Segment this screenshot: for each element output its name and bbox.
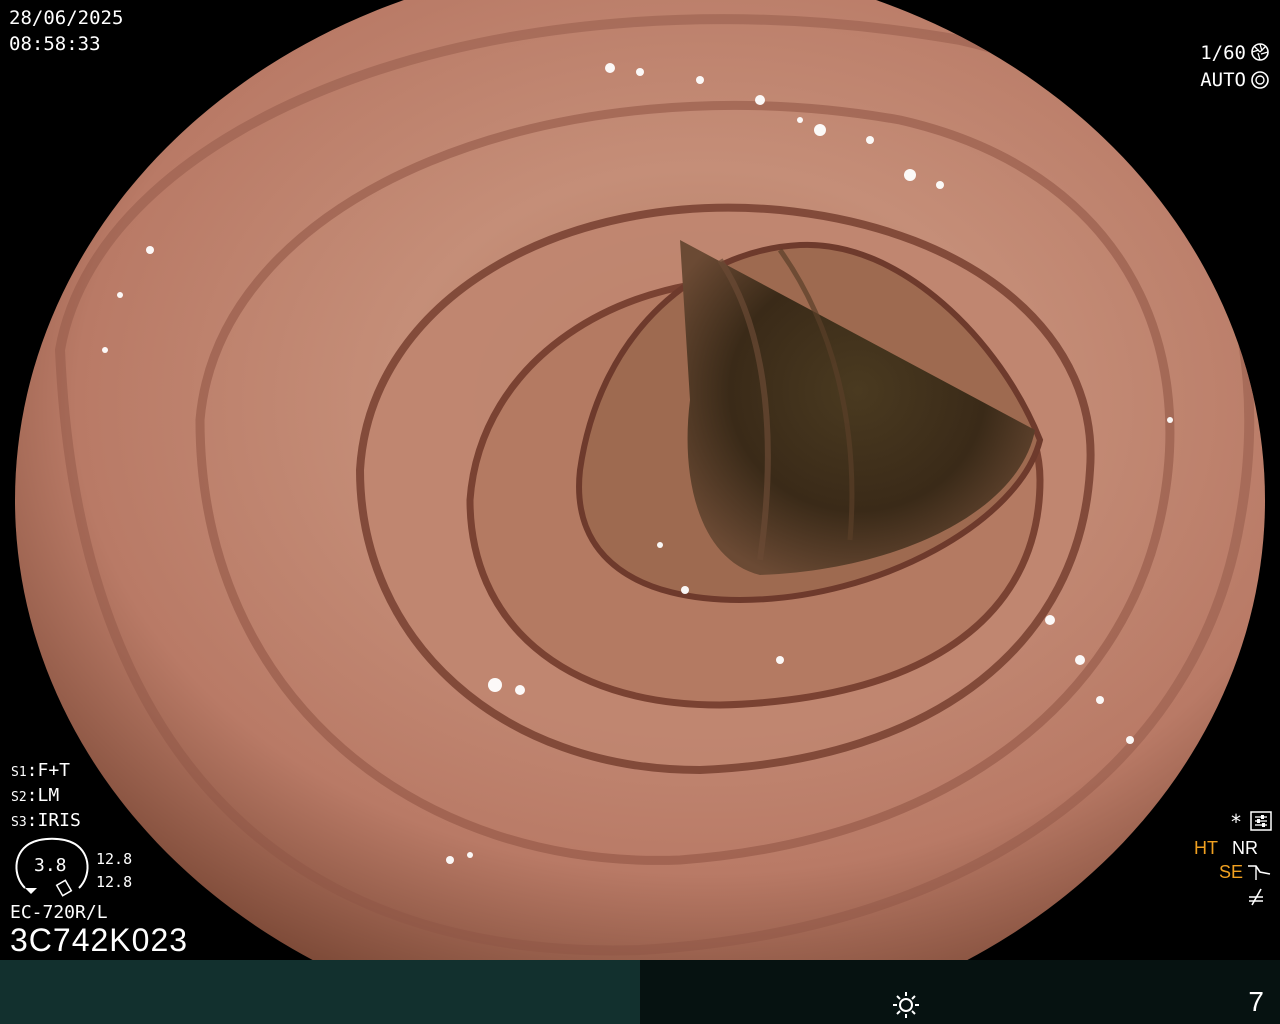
magnification-top: 12.8 [96,850,133,868]
nr-indicator: NR [1232,838,1258,858]
se-indicator: SE [1218,862,1243,882]
exposure-mode: AUTO [1200,69,1246,91]
scope-model: EC-720R/L [10,902,108,923]
magnification-bottom: 12.8 [96,873,133,891]
date-display: 28/06/2025 [9,7,124,29]
status-bar-right [640,960,1280,1024]
light-icon [893,992,919,1018]
se-curve-icon [1248,865,1271,880]
endoscopic-image [15,0,1265,960]
zoom-value: 3.8 [34,855,67,876]
shutter-icon [1251,43,1269,61]
switch-s2: S2:LM [11,785,60,806]
setting-icon [1250,811,1272,831]
switch-s1: S1:F+T [11,760,71,781]
freeze-icon [1249,888,1263,906]
image-counter: 7 [1248,986,1264,1017]
status-bar-left [0,960,640,1024]
shutter-speed: 1/60 [1200,42,1246,64]
time-display: 08:58:33 [9,33,101,55]
iris-icon [1251,71,1269,89]
switch-s3: S3:IRIS [11,810,81,831]
serial-number: 3C742K023 [10,922,189,958]
star-indicator: * [1229,810,1242,834]
ht-indicator: HT [1194,838,1218,858]
